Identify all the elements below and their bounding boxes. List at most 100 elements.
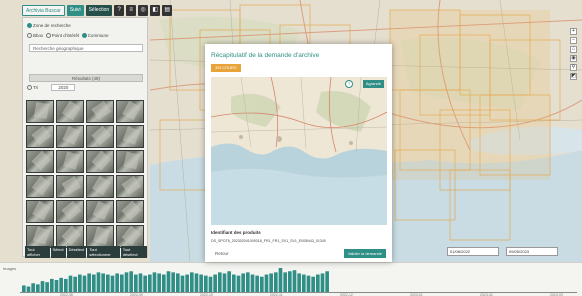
- histogram-bar[interactable]: [320, 273, 325, 292]
- histogram-bar[interactable]: [199, 274, 203, 292]
- search-icon[interactable]: ⚲: [570, 64, 577, 71]
- histogram-bar[interactable]: [213, 274, 217, 292]
- histogram-bar[interactable]: [185, 274, 189, 292]
- histogram-bar[interactable]: [78, 274, 82, 292]
- confirm-request-button[interactable]: Valider la demande: [343, 249, 386, 258]
- zone-check-icon[interactable]: [27, 23, 32, 29]
- histogram-bar[interactable]: [73, 276, 77, 292]
- result-thumbnail[interactable]: [86, 175, 114, 198]
- histogram-bar[interactable]: [82, 275, 87, 292]
- histogram-bar[interactable]: [96, 272, 101, 292]
- histogram-bar[interactable]: [227, 271, 231, 292]
- grid-icon[interactable]: ▤: [162, 4, 173, 16]
- histogram-bar[interactable]: [115, 273, 119, 292]
- histogram-bar[interactable]: [171, 272, 175, 292]
- result-thumbnail[interactable]: [26, 125, 54, 148]
- info-icon[interactable]: i: [345, 80, 353, 88]
- histogram-bar[interactable]: [50, 278, 54, 292]
- home-icon[interactable]: ⌂: [570, 46, 577, 53]
- layers-toggle-icon[interactable]: ◩: [570, 73, 577, 80]
- histogram-bar[interactable]: [236, 275, 241, 292]
- result-thumbnail[interactable]: [56, 150, 84, 173]
- histogram-bar[interactable]: [190, 272, 194, 292]
- histogram-bar[interactable]: [222, 273, 227, 292]
- histogram-bar[interactable]: [134, 274, 138, 292]
- result-thumbnail[interactable]: [86, 125, 114, 148]
- result-thumbnail[interactable]: [26, 200, 54, 223]
- result-thumbnail[interactable]: [86, 100, 114, 123]
- histogram-bar[interactable]: [148, 274, 152, 292]
- histogram-bar[interactable]: [129, 271, 133, 292]
- histogram-bar[interactable]: [87, 273, 91, 292]
- histogram-bar[interactable]: [250, 274, 255, 292]
- result-thumbnail[interactable]: [116, 125, 144, 148]
- year-select[interactable]: 2020: [51, 84, 76, 91]
- histogram-bar[interactable]: [45, 282, 49, 292]
- histogram-bar[interactable]: [180, 275, 185, 292]
- selection-tab-button[interactable]: Sélection: [85, 4, 113, 16]
- end-date-field[interactable]: 09/05/2023: [506, 247, 558, 256]
- help-icon[interactable]: ?: [114, 4, 125, 16]
- result-thumbnail[interactable]: [116, 100, 144, 123]
- histogram-bar[interactable]: [106, 274, 110, 292]
- histogram-bar[interactable]: [157, 273, 161, 292]
- histogram-bar[interactable]: [269, 273, 273, 292]
- histogram-bar[interactable]: [208, 276, 213, 292]
- geo-search-input[interactable]: Recherche géographique: [29, 44, 143, 52]
- radio-commune[interactable]: [81, 33, 87, 39]
- layers-icon[interactable]: ◧: [150, 4, 161, 16]
- back-button[interactable]: Retour: [215, 251, 229, 256]
- sort-check-icon[interactable]: [27, 85, 32, 91]
- footer-select-all-button[interactable]: Tout sélectionner: [87, 246, 120, 258]
- result-thumbnail[interactable]: [86, 150, 114, 173]
- result-thumbnail[interactable]: [116, 175, 144, 198]
- result-thumbnail[interactable]: [86, 225, 114, 248]
- histogram-bar[interactable]: [166, 271, 171, 292]
- histogram-bar[interactable]: [40, 281, 45, 292]
- timeline-histogram[interactable]: Images 2022-08 2022-09 2022-10 2022-11 2022-…: [0, 262, 582, 296]
- histogram-bar[interactable]: [278, 268, 283, 292]
- result-thumbnail[interactable]: [116, 225, 144, 248]
- menu-icon[interactable]: ≡: [126, 4, 137, 16]
- radio-poi[interactable]: [45, 33, 51, 39]
- zoom-out-button[interactable]: −: [570, 37, 577, 44]
- histogram-bar[interactable]: [255, 275, 259, 292]
- results-header[interactable]: Résultats (48): [29, 74, 143, 82]
- histogram-bar[interactable]: [302, 274, 306, 292]
- histogram-bar[interactable]: [194, 273, 199, 292]
- footer-show-all-button[interactable]: Tout afficher: [25, 246, 50, 258]
- histogram-bar[interactable]: [31, 283, 35, 292]
- target-icon[interactable]: ◎: [138, 4, 149, 16]
- start-date-field[interactable]: 01/08/2022: [447, 247, 499, 256]
- histogram-bar[interactable]: [68, 275, 73, 292]
- histogram-bar[interactable]: [325, 271, 329, 292]
- histogram-bar[interactable]: [92, 274, 96, 292]
- histogram-bar[interactable]: [306, 275, 311, 292]
- histogram-bar[interactable]: [311, 276, 315, 292]
- footer-select-button[interactable]: Sélect: [50, 246, 66, 258]
- histogram-bar[interactable]: [54, 280, 59, 292]
- histogram-bar[interactable]: [232, 274, 236, 292]
- result-thumbnail[interactable]: [26, 225, 54, 248]
- histogram-bar[interactable]: [218, 272, 222, 292]
- result-thumbnail[interactable]: [56, 100, 84, 123]
- result-thumbnail[interactable]: [116, 150, 144, 173]
- result-thumbnail[interactable]: [56, 200, 84, 223]
- result-thumbnail[interactable]: [86, 200, 114, 223]
- dialog-preview-map[interactable]: i Agrandir: [211, 77, 387, 225]
- result-thumbnail[interactable]: [56, 225, 84, 248]
- search-tab-button[interactable]: Archivia Buscar: [22, 4, 65, 16]
- follow-tab-button[interactable]: Suivi: [66, 4, 84, 16]
- result-thumbnail[interactable]: [56, 175, 84, 198]
- histogram-bar[interactable]: [297, 273, 301, 292]
- enlarge-map-button[interactable]: Agrandir: [362, 80, 384, 88]
- histogram-bar[interactable]: [241, 273, 245, 292]
- result-thumbnail[interactable]: [26, 100, 54, 123]
- result-thumbnail[interactable]: [26, 150, 54, 173]
- result-thumbnail[interactable]: [56, 125, 84, 148]
- histogram-bar[interactable]: [292, 270, 297, 292]
- histogram-bar[interactable]: [162, 274, 166, 292]
- histogram-bar[interactable]: [283, 272, 287, 292]
- histogram-bar[interactable]: [176, 273, 180, 292]
- footer-deselect-all-button[interactable]: Tout désélect: [120, 246, 147, 258]
